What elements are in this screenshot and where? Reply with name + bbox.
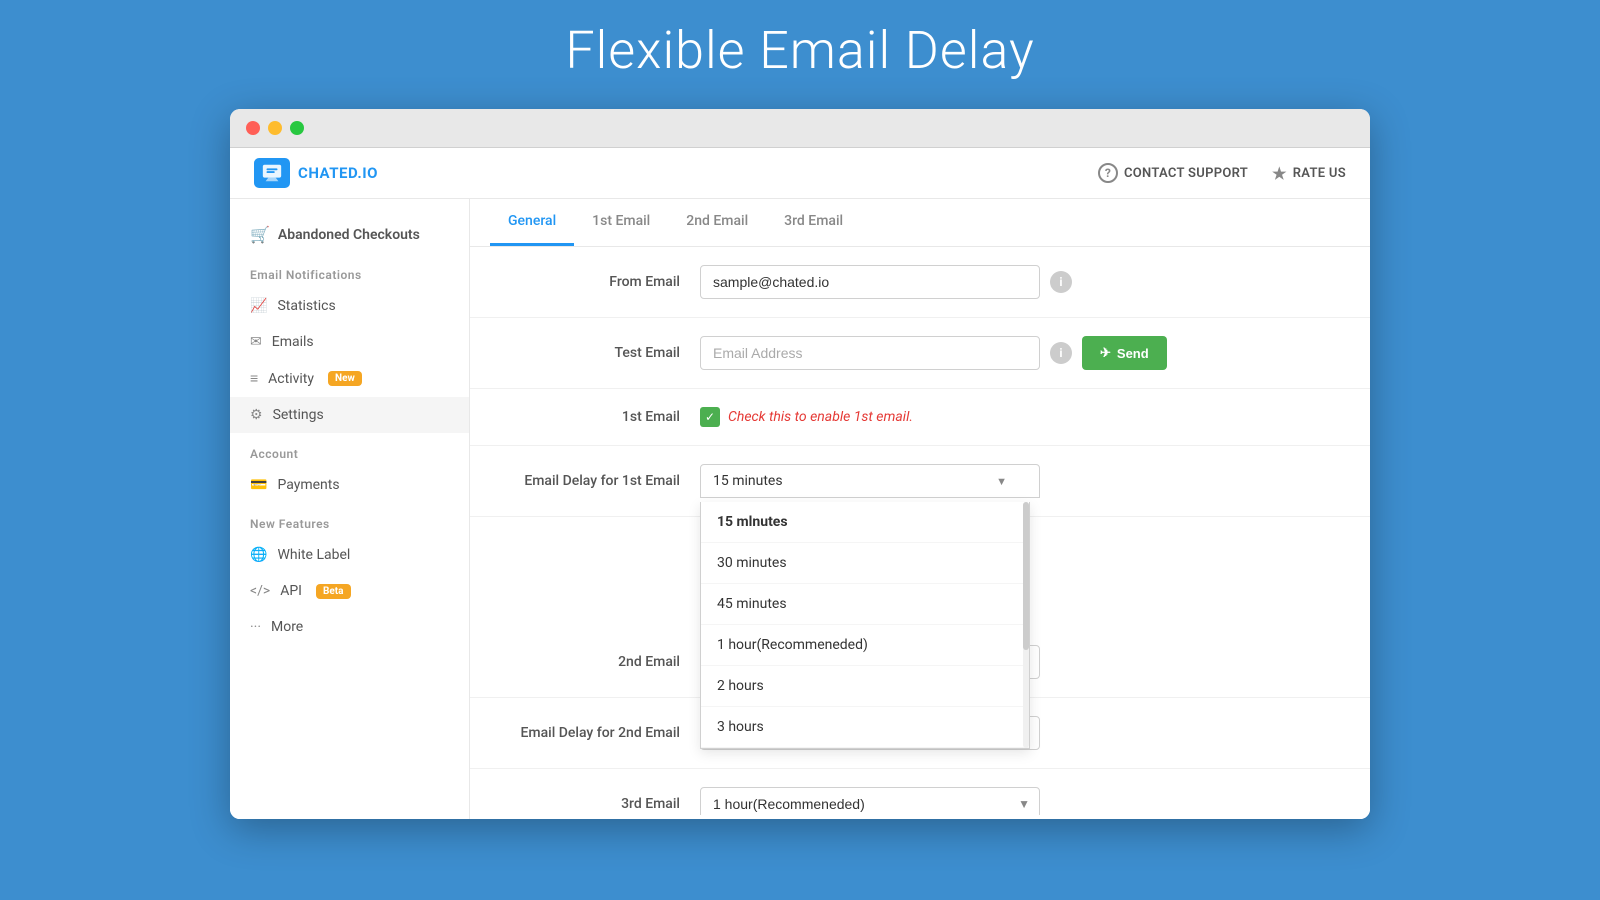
question-icon: ? <box>1098 163 1118 183</box>
maximize-button[interactable] <box>290 121 304 135</box>
third-email-label: 3rd Email <box>500 796 700 812</box>
app-window: CHATED.IO ? CONTACT SUPPORT ★ RATE US 🛒 … <box>230 109 1370 819</box>
globe-icon: 🌐 <box>250 547 267 563</box>
chart-icon: 📈 <box>250 298 267 314</box>
sidebar-item-white-label[interactable]: 🌐 White Label <box>230 537 469 573</box>
title-bar <box>230 109 1370 148</box>
main-layout: 🛒 Abandoned Checkouts Email Notification… <box>230 199 1370 819</box>
sidebar-item-more[interactable]: ··· More <box>230 609 469 645</box>
sidebar: 🛒 Abandoned Checkouts Email Notification… <box>230 199 470 819</box>
header-actions: ? CONTACT SUPPORT ★ RATE US <box>1098 163 1346 183</box>
rate-us-button[interactable]: ★ RATE US <box>1272 164 1346 183</box>
first-email-enable-wrap: ✓ Check this to enable 1st email. <box>700 407 1340 427</box>
close-button[interactable] <box>246 121 260 135</box>
activity-icon: ≡ <box>250 370 258 387</box>
api-icon: </> <box>250 583 270 599</box>
delay-1st-trigger[interactable]: 15 minutes ▼ <box>700 464 1040 498</box>
dropdown-scrollbar <box>1023 502 1029 748</box>
dropdown-option-3hours[interactable]: 3 hours <box>701 707 1029 748</box>
dropdown-option-45min[interactable]: 45 minutes <box>701 584 1029 625</box>
sidebar-item-emails[interactable]: ✉ Emails <box>230 324 469 360</box>
logo[interactable]: CHATED.IO <box>254 158 378 188</box>
delay-1st-row: Email Delay for 1st Email 15 minutes ▼ 1… <box>470 446 1370 517</box>
dropdown-option-15min[interactable]: 15 mlnutes <box>701 502 1029 543</box>
from-email-input-wrap: i <box>700 265 1340 299</box>
logo-text: CHATED.IO <box>298 164 378 182</box>
test-email-row: Test Email i ✈ Send <box>470 318 1370 389</box>
delay-1st-dropdown[interactable]: 15 minutes ▼ 15 mlnutes 30 minutes 45 mi… <box>700 464 1040 498</box>
cart-icon: 🛒 <box>250 225 270 244</box>
third-email-select[interactable]: 1 hour(Recommeneded) <box>700 787 1040 815</box>
delay-1st-input-wrap: 15 minutes ▼ 15 mlnutes 30 minutes 45 mi… <box>700 464 1340 498</box>
content-area: General 1st Email 2nd Email 3rd Email Fr… <box>470 199 1370 819</box>
sidebar-item-abandoned-checkouts[interactable]: 🛒 Abandoned Checkouts <box>230 215 469 254</box>
tab-2nd-email[interactable]: 2nd Email <box>668 199 766 246</box>
app-header: CHATED.IO ? CONTACT SUPPORT ★ RATE US <box>230 148 1370 199</box>
tabs-bar: General 1st Email 2nd Email 3rd Email <box>470 199 1370 247</box>
enable-text: Check this to enable 1st email. <box>728 409 913 425</box>
sidebar-section-email-notifications: Email Notifications <box>230 254 469 288</box>
payments-icon: 💳 <box>250 477 267 493</box>
test-email-label: Test Email <box>500 345 700 361</box>
form-content: From Email i Test Email i ✈ Send <box>470 247 1370 815</box>
sidebar-item-settings[interactable]: ⚙ Settings <box>230 397 469 433</box>
second-email-label: 2nd Email <box>500 654 700 670</box>
page-title: Flexible Email Delay <box>565 20 1034 81</box>
chevron-down-icon: ▼ <box>996 475 1007 488</box>
test-email-info-icon[interactable]: i <box>1050 342 1072 364</box>
tab-1st-email[interactable]: 1st Email <box>574 199 668 246</box>
test-email-input-wrap: i ✈ Send <box>700 336 1340 370</box>
sidebar-section-account: Account <box>230 433 469 467</box>
third-email-wrap: 1 hour(Recommeneded) ▼ <box>700 787 1340 815</box>
from-email-row: From Email i <box>470 247 1370 318</box>
delay-1st-dropdown-list: 15 mlnutes 30 minutes 45 minutes 1 hour(… <box>700 502 1030 749</box>
first-email-label: 1st Email <box>500 409 700 425</box>
settings-icon: ⚙ <box>250 407 263 423</box>
from-email-input[interactable] <box>700 265 1040 299</box>
from-email-label: From Email <box>500 274 700 290</box>
dropdown-scrollbar-thumb <box>1023 502 1029 650</box>
logo-icon <box>254 158 290 188</box>
dropdown-option-2hours[interactable]: 2 hours <box>701 666 1029 707</box>
sidebar-section-new-features: New Features <box>230 503 469 537</box>
sidebar-item-payments[interactable]: 💳 Payments <box>230 467 469 503</box>
tab-general[interactable]: General <box>490 199 574 246</box>
tab-3rd-email[interactable]: 3rd Email <box>766 199 861 246</box>
test-email-input[interactable] <box>700 336 1040 370</box>
star-icon: ★ <box>1272 164 1287 183</box>
third-email-row: 3rd Email 1 hour(Recommeneded) ▼ <box>470 769 1370 815</box>
dropdown-option-30min[interactable]: 30 minutes <box>701 543 1029 584</box>
contact-support-button[interactable]: ? CONTACT SUPPORT <box>1098 163 1248 183</box>
send-button[interactable]: ✈ Send <box>1082 336 1167 370</box>
delay-1st-label: Email Delay for 1st Email <box>500 473 700 489</box>
email-icon: ✉ <box>250 334 262 350</box>
enable-checkbox[interactable]: ✓ <box>700 407 720 427</box>
send-icon: ✈ <box>1100 345 1111 361</box>
sidebar-item-activity[interactable]: ≡ Activity New <box>230 360 469 397</box>
third-email-dropdown[interactable]: 1 hour(Recommeneded) ▼ <box>700 787 1040 815</box>
from-email-info-icon[interactable]: i <box>1050 271 1072 293</box>
activity-new-badge: New <box>328 371 362 386</box>
dropdown-option-1hour[interactable]: 1 hour(Recommeneded) <box>701 625 1029 666</box>
more-icon: ··· <box>250 619 261 635</box>
enable-row: ✓ Check this to enable 1st email. <box>700 407 913 427</box>
sidebar-item-api[interactable]: </> API Beta <box>230 573 469 609</box>
first-email-enable-row: 1st Email ✓ Check this to enable 1st ema… <box>470 389 1370 446</box>
sidebar-item-statistics[interactable]: 📈 Statistics <box>230 288 469 324</box>
delay-2nd-label: Email Delay for 2nd Email <box>500 725 700 741</box>
api-beta-badge: Beta <box>316 584 351 599</box>
minimize-button[interactable] <box>268 121 282 135</box>
